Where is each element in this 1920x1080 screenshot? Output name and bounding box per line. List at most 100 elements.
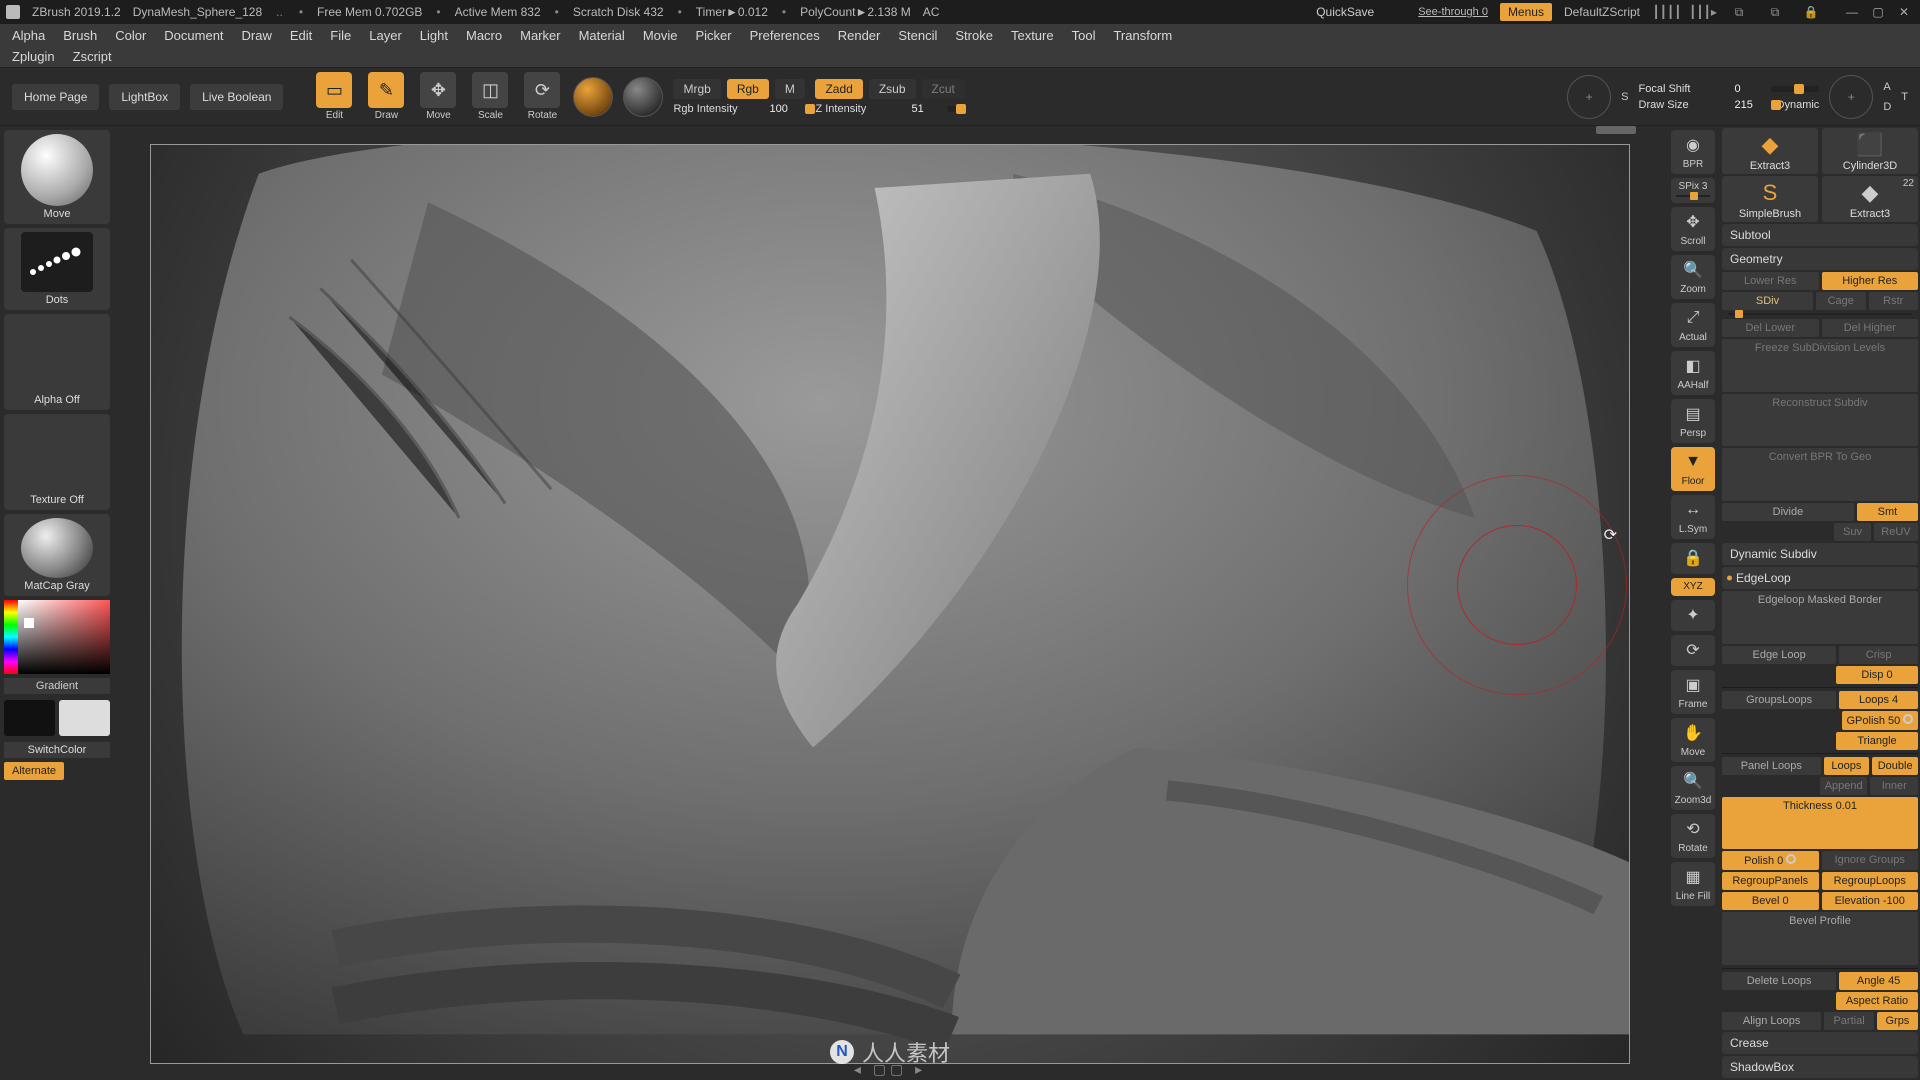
groupsloops-button[interactable]: GroupsLoops (1722, 691, 1836, 709)
bevel-slider[interactable]: Bevel 0 (1722, 892, 1819, 910)
gpolish-slider[interactable]: GPolish 50 (1842, 711, 1918, 730)
tool-rotate[interactable]: ⟳Rotate (521, 72, 563, 121)
edgeloop-masked-border-button[interactable]: Edgeloop Masked Border (1722, 591, 1918, 644)
switch-color-button[interactable]: SwitchColor (4, 742, 110, 758)
rail-lock[interactable]: 🔒 (1671, 543, 1715, 574)
menu-document[interactable]: Document (164, 28, 223, 43)
menu-material[interactable]: Material (579, 28, 625, 43)
rail-frame[interactable]: ▣Frame (1671, 670, 1715, 714)
rail-transp[interactable]: ⟳ (1671, 635, 1715, 666)
rail-scroll[interactable]: ✥Scroll (1671, 207, 1715, 251)
elevation-slider[interactable]: Elevation -100 (1822, 892, 1919, 910)
draw-size-slider[interactable]: Draw Size 215 Dynamic (1639, 99, 1820, 111)
secondary-color[interactable] (59, 700, 110, 736)
menu-draw[interactable]: Draw (242, 28, 272, 43)
menu-render[interactable]: Render (838, 28, 881, 43)
bevel-profile-button[interactable]: Bevel Profile (1722, 912, 1918, 965)
tool-simplebrush[interactable]: SSimpleBrush (1722, 176, 1818, 222)
tool-move[interactable]: ✥Move (417, 72, 459, 121)
focal-shift-slider[interactable]: Focal Shift 0 (1639, 83, 1820, 95)
del-lower-button[interactable]: Del Lower (1722, 319, 1819, 337)
see-through-slider[interactable]: See-through 0 (1418, 6, 1488, 18)
aspect-ratio-button[interactable]: Aspect Ratio (1836, 992, 1918, 1010)
alternate-button[interactable]: Alternate (4, 762, 64, 780)
disp-slider[interactable]: Disp 0 (1836, 666, 1918, 684)
rail-rotate[interactable]: ⟲Rotate (1671, 814, 1715, 858)
rail-xyz[interactable]: XYZ (1671, 578, 1715, 596)
groups-button[interactable]: Grps (1877, 1012, 1918, 1030)
rail-move[interactable]: ✋Move (1671, 718, 1715, 762)
tab-lightbox[interactable]: LightBox (109, 84, 180, 110)
menu-zplugin[interactable]: Zplugin (12, 49, 55, 64)
menu-marker[interactable]: Marker (520, 28, 560, 43)
angle-slider[interactable]: Angle 45 (1839, 972, 1918, 990)
tool-cylinder3d[interactable]: ⬛Cylinder3D (1822, 128, 1918, 174)
mode-zsub[interactable]: Zsub (869, 79, 916, 99)
color-swatches[interactable] (4, 700, 110, 736)
float-right-icon[interactable]: ⧉ (1766, 3, 1784, 21)
ignore-groups-button[interactable]: Ignore Groups (1822, 851, 1919, 870)
texture-selector[interactable]: Texture Off (4, 414, 110, 510)
default-zscript[interactable]: DefaultZScript (1564, 5, 1640, 19)
inner-button[interactable]: Inner (1870, 777, 1918, 795)
suv-button[interactable]: Suv (1834, 523, 1871, 541)
section-crease[interactable]: Crease (1722, 1032, 1918, 1054)
close-button[interactable]: ✕ (1894, 5, 1914, 19)
smt-button[interactable]: Smt (1857, 503, 1918, 521)
triangle-button[interactable]: Triangle (1836, 732, 1918, 750)
tool-scale[interactable]: ◫Scale (469, 72, 511, 121)
mode-zcut[interactable]: Zcut (922, 79, 965, 99)
delete-loops-button[interactable]: Delete Loops (1722, 972, 1836, 990)
reconstruct-subdiv-button[interactable]: Reconstruct Subdiv (1722, 394, 1918, 447)
menus-button[interactable]: Menus (1500, 3, 1552, 21)
regroup-loops-button[interactable]: RegroupLoops (1822, 872, 1919, 890)
menu-brush[interactable]: Brush (63, 28, 97, 43)
ruler-icon[interactable]: ┃┃┃┃ (1658, 3, 1676, 21)
rgb-intensity-slider[interactable]: Rgb Intensity 100 (673, 103, 805, 115)
rail-linefill[interactable]: ▦Line Fill (1671, 862, 1715, 906)
tab-home-page[interactable]: Home Page (12, 84, 99, 110)
menu-stroke[interactable]: Stroke (955, 28, 993, 43)
rail-floor[interactable]: ▼Floor (1671, 447, 1715, 491)
color-picker[interactable] (4, 600, 110, 674)
mode-mrgb[interactable]: Mrgb (673, 79, 720, 99)
rail-aahalf[interactable]: ◧AAHalf (1671, 351, 1715, 395)
menu-movie[interactable]: Movie (643, 28, 678, 43)
rail-zoom[interactable]: 🔍Zoom (1671, 255, 1715, 299)
menu-file[interactable]: File (330, 28, 351, 43)
horizontal-scrollbar[interactable] (1596, 126, 1636, 134)
partial-button[interactable]: Partial (1824, 1012, 1874, 1030)
mode-rgb[interactable]: Rgb (727, 79, 769, 99)
rail-actual[interactable]: ⤢Actual (1671, 303, 1715, 347)
edge-loop-button[interactable]: Edge Loop (1722, 646, 1836, 664)
section-edgeloop[interactable]: EdgeLoop (1722, 567, 1918, 589)
section-subtool[interactable]: Subtool (1722, 224, 1918, 246)
polish-slider[interactable]: Polish 0 (1722, 851, 1819, 870)
viewport[interactable]: ⟳ N 人人素材 ◂ ▢▢ ▸ (114, 126, 1666, 1080)
menu-transform[interactable]: Transform (1113, 28, 1172, 43)
material-selector[interactable]: MatCap Gray (4, 514, 110, 596)
rail-bpr[interactable]: ◉BPR (1671, 130, 1715, 174)
menu-light[interactable]: Light (420, 28, 448, 43)
panel-loops-button[interactable]: Panel Loops (1722, 757, 1821, 775)
crisp-button[interactable]: Crisp (1839, 646, 1918, 664)
divide-button[interactable]: Divide (1722, 503, 1854, 521)
section-shadowbox[interactable]: ShadowBox (1722, 1056, 1918, 1078)
thickness-slider[interactable]: Thickness 0.01 (1722, 797, 1918, 850)
menu-stencil[interactable]: Stencil (898, 28, 937, 43)
rstr-button[interactable]: Rstr (1869, 292, 1919, 310)
append-button[interactable]: Append (1820, 777, 1868, 795)
loops-button[interactable]: Loops (1824, 757, 1870, 775)
minimize-button[interactable]: — (1842, 5, 1862, 19)
tool-extract3a[interactable]: ◆Extract3 (1722, 128, 1818, 174)
float-left-icon[interactable]: ⧉ (1730, 3, 1748, 21)
canvas[interactable]: ⟳ (150, 144, 1630, 1064)
alpha-selector[interactable]: Alpha Off (4, 314, 110, 410)
z-intensity-slider[interactable]: Z Intensity 51 (815, 103, 964, 115)
maximize-button[interactable]: ▢ (1868, 5, 1888, 19)
quicksave-button[interactable]: QuickSave (1316, 5, 1374, 19)
dynamic-toggle[interactable]: Dynamic (1777, 99, 1820, 111)
rail-lsym[interactable]: ↔L.Sym (1671, 495, 1715, 539)
menu-texture[interactable]: Texture (1011, 28, 1054, 43)
draw-gyro-icon[interactable] (1829, 75, 1873, 119)
